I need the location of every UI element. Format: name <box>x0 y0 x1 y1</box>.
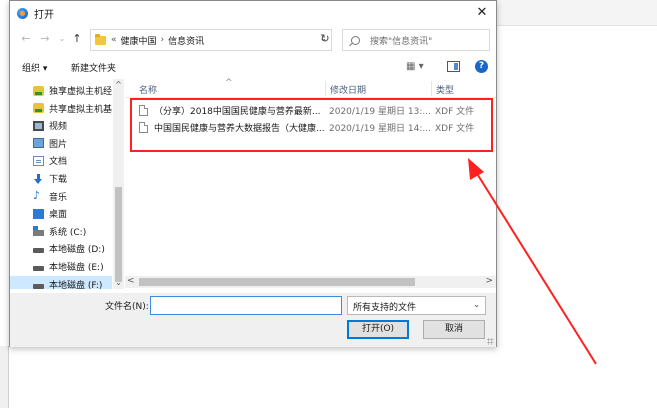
annotation-arrow-shaft <box>475 171 597 365</box>
annotation-arrow <box>468 158 597 365</box>
annotation-arrow-head <box>468 158 484 180</box>
